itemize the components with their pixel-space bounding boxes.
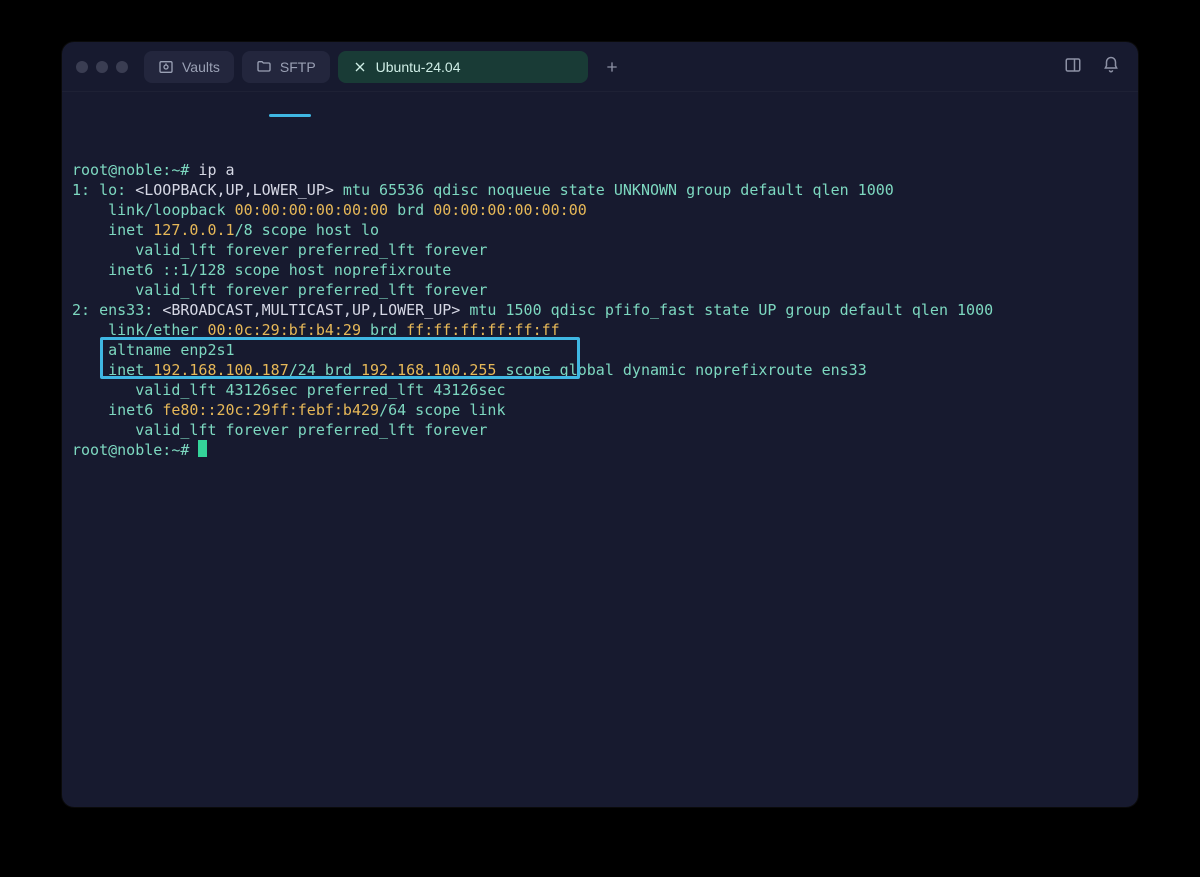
out-line: valid_lft forever preferred_lft forever <box>72 281 487 299</box>
out-line: altname enp2s1 <box>72 341 235 359</box>
tab-vaults[interactable]: Vaults <box>144 51 234 83</box>
panel-icon[interactable] <box>1064 56 1082 78</box>
bell-icon[interactable] <box>1102 56 1120 78</box>
out-line: inet6 ::1/128 scope host noprefixroute <box>72 261 451 279</box>
close-dot[interactable] <box>76 61 88 73</box>
out-line: brd <box>388 201 433 219</box>
ip-addr: 192.168.100.255 <box>361 361 496 379</box>
out-line: brd <box>361 321 406 339</box>
tab-vaults-label: Vaults <box>182 59 220 75</box>
out-line: 1: lo: <box>72 181 135 199</box>
cursor <box>198 440 207 457</box>
out-line: valid_lft forever preferred_lft forever <box>72 241 487 259</box>
prompt: root@noble:~# <box>72 441 198 459</box>
out-line: /8 scope host lo <box>235 221 380 239</box>
command: ip a <box>189 161 234 179</box>
out-line: inet <box>72 221 153 239</box>
minimize-dot[interactable] <box>96 61 108 73</box>
zoom-dot[interactable] <box>116 61 128 73</box>
out-line: /24 brd <box>289 361 361 379</box>
out-line: inet <box>72 361 153 379</box>
ipv6-addr: fe80::20c:29ff:febf:b429 <box>162 401 379 419</box>
vault-icon <box>158 59 174 75</box>
out-line: valid_lft forever preferred_lft forever <box>72 421 487 439</box>
tab-strip: Vaults SFTP Ubuntu-24.04 <box>144 51 628 83</box>
out-line: link/loopback <box>72 201 235 219</box>
window-controls <box>76 61 128 73</box>
folder-icon <box>256 59 272 75</box>
out-line: link/ether <box>72 321 207 339</box>
out-line: mtu 65536 qdisc noqueue state UNKNOWN gr… <box>334 181 894 199</box>
ip-addr: 192.168.100.187 <box>153 361 288 379</box>
close-icon[interactable] <box>352 59 368 75</box>
out-line: valid_lft 43126sec preferred_lft 43126se… <box>72 381 505 399</box>
tab-sftp-label: SFTP <box>280 59 316 75</box>
mac-addr: 00:00:00:00:00:00 <box>433 201 587 219</box>
mac-addr: ff:ff:ff:ff:ff:ff <box>406 321 560 339</box>
out-line: inet6 <box>72 401 162 419</box>
tab-sftp[interactable]: SFTP <box>242 51 330 83</box>
out-line: mtu 1500 qdisc pfifo_fast state UP group… <box>460 301 993 319</box>
out-line: <LOOPBACK,UP,LOWER_UP> <box>135 181 334 199</box>
mac-addr: 00:0c:29:bf:b4:29 <box>207 321 361 339</box>
terminal-output[interactable]: root@noble:~# ip a 1: lo: <LOOPBACK,UP,L… <box>62 92 1138 490</box>
tab-active-label: Ubuntu-24.04 <box>376 59 461 75</box>
titlebar-right <box>1064 56 1128 78</box>
out-line: 2: ens33: <box>72 301 162 319</box>
out-line: /64 scope link <box>379 401 505 419</box>
mac-addr: 00:00:00:00:00:00 <box>235 201 389 219</box>
new-tab-button[interactable] <box>596 51 628 83</box>
prompt: root@noble:~# <box>72 161 189 179</box>
out-line: scope global dynamic noprefixroute ens33 <box>496 361 866 379</box>
titlebar: Vaults SFTP Ubuntu-24.04 <box>62 42 1138 92</box>
command-underline <box>269 114 311 117</box>
terminal-window: Vaults SFTP Ubuntu-24.04 <box>62 42 1138 807</box>
ip-addr: 127.0.0.1 <box>153 221 234 239</box>
tab-active[interactable]: Ubuntu-24.04 <box>338 51 588 83</box>
out-line: <BROADCAST,MULTICAST,UP,LOWER_UP> <box>162 301 460 319</box>
